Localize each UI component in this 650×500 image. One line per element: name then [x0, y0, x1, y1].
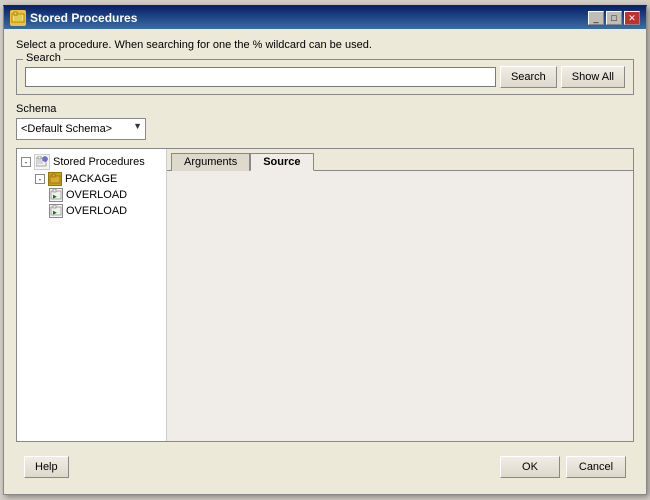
show-all-button[interactable]: Show All: [561, 66, 625, 88]
hint-text: Select a procedure. When searching for o…: [16, 39, 634, 51]
search-button[interactable]: Search: [500, 66, 557, 88]
package-expand-icon[interactable]: -: [35, 174, 45, 184]
tree-item-overload2[interactable]: ▶ OVERLOAD: [21, 203, 162, 219]
tree-panel: - Stored Procedures: [17, 149, 167, 441]
svg-text:▶: ▶: [53, 194, 57, 200]
stored-procedures-dialog: Stored Procedures _ □ ✕ Select a procedu…: [3, 5, 647, 495]
help-button[interactable]: Help: [24, 456, 69, 478]
search-input[interactable]: [25, 67, 496, 87]
window-icon: [10, 10, 26, 26]
stored-procedures-icon: [34, 154, 50, 170]
search-group: Search Search Show All: [16, 59, 634, 95]
close-button[interactable]: ✕: [624, 11, 640, 25]
title-bar-left: Stored Procedures: [10, 10, 137, 26]
tree-root-label: Stored Procedures: [53, 156, 145, 168]
main-area: - Stored Procedures: [16, 148, 634, 442]
title-bar: Stored Procedures _ □ ✕: [4, 7, 646, 29]
tabs-bar: Arguments Source: [167, 149, 633, 171]
ok-button[interactable]: OK: [500, 456, 560, 478]
window-body: Select a procedure. When searching for o…: [4, 29, 646, 494]
package-label: PACKAGE: [65, 173, 117, 185]
schema-group: Schema <Default Schema>: [16, 103, 634, 140]
tab-arguments[interactable]: Arguments: [171, 153, 250, 171]
search-row: Search Show All: [25, 66, 625, 88]
overload1-label: OVERLOAD: [66, 189, 127, 201]
schema-dropdown[interactable]: <Default Schema>: [16, 118, 146, 140]
schema-label: Schema: [16, 103, 634, 115]
title-bar-buttons: _ □ ✕: [588, 11, 640, 25]
maximize-button[interactable]: □: [606, 11, 622, 25]
tree-item-package[interactable]: - PACKAGE: [21, 171, 162, 187]
proc-icon-1: ▶: [49, 188, 63, 202]
tab-content-source: [167, 171, 633, 441]
proc-icon-2: ▶: [49, 204, 63, 218]
footer-right-buttons: OK Cancel: [500, 456, 626, 478]
cancel-button[interactable]: Cancel: [566, 456, 626, 478]
minimize-button[interactable]: _: [588, 11, 604, 25]
footer: Help OK Cancel: [16, 450, 634, 484]
window-title: Stored Procedures: [30, 11, 137, 25]
schema-select-wrapper: <Default Schema>: [16, 118, 146, 140]
svg-text:▶: ▶: [53, 210, 57, 216]
overload2-label: OVERLOAD: [66, 205, 127, 217]
tree-item-overload1[interactable]: ▶ OVERLOAD: [21, 187, 162, 203]
tab-source[interactable]: Source: [250, 153, 313, 171]
root-expand-icon[interactable]: -: [21, 157, 31, 167]
search-group-label: Search: [23, 52, 64, 64]
package-icon: [48, 172, 62, 186]
right-panel: Arguments Source: [167, 149, 633, 441]
tree-root[interactable]: - Stored Procedures: [21, 153, 162, 171]
